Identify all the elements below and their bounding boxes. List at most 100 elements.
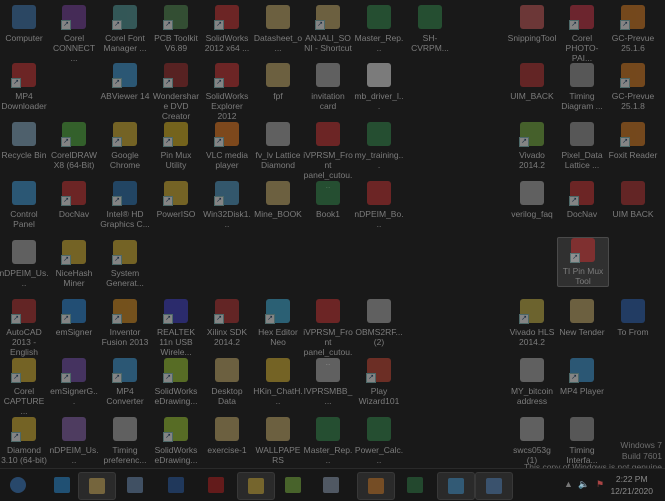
desktop-icon[interactable]: ↗ NiceHash Miner	[49, 240, 99, 288]
desktop-icon[interactable]: IVPRSMBB_...	[303, 358, 353, 406]
desktop-icon[interactable]: UIM_BACK	[507, 63, 557, 101]
show-hidden-icons-arrow[interactable]: ▲	[564, 479, 573, 489]
system-clock[interactable]: 2:22 PM 12/21/2020	[610, 473, 653, 497]
desktop-icon[interactable]: ↗ Corel CONNECT ...	[49, 5, 99, 63]
desktop-icon[interactable]: ↗ Corel PHOTO-PAI...	[557, 5, 607, 63]
desktop-icon[interactable]: fv_lv Lattice Diamond	[253, 122, 303, 170]
taskbar-remote-desktop[interactable]	[437, 472, 475, 500]
desktop-icon[interactable]: ↗ Wondershare DVD Creator	[151, 63, 201, 121]
desktop-icon[interactable]: ↗ DocNav	[557, 181, 607, 219]
desktop-icon[interactable]: ↗ AutoCAD 2013 - English	[0, 299, 49, 357]
desktop-icon[interactable]: Desktop Data	[202, 358, 252, 406]
desktop-icon[interactable]: ↗ SolidWorks eDrawing...	[151, 417, 201, 465]
clock-time: 2:22 PM	[615, 474, 648, 484]
desktop-icon[interactable]: my_training...	[354, 122, 404, 170]
desktop-icon[interactable]: iVPRSM_Front panel_cutou...	[303, 122, 353, 190]
desktop-icon[interactable]: Book1	[303, 181, 353, 219]
app-icon: ↗	[163, 122, 188, 147]
volume-icon[interactable]: 🔈	[578, 479, 589, 490]
desktop-icon[interactable]: OBMS2RF... (2)	[354, 299, 404, 347]
desktop-icon[interactable]: Recycle Bin	[0, 122, 49, 160]
desktop-icon[interactable]: UIM BACK	[608, 181, 658, 219]
desktop-icon[interactable]: MY_bitcoin address	[507, 358, 557, 406]
desktop-icon[interactable]: ↗ PowerISO	[151, 181, 201, 219]
desktop-icon[interactable]: New Tender	[557, 299, 607, 337]
desktop-icon[interactable]: ↗ DocNav	[49, 181, 99, 219]
app-icon: ↗	[112, 63, 137, 88]
taskbar-paint[interactable]	[313, 472, 349, 498]
desktop-icon[interactable]: Pixel_Data Lattice ...	[557, 122, 607, 170]
desktop-icon[interactable]: ↗ Corel CAPTURE ...	[0, 358, 49, 416]
taskbar-notepad[interactable]	[117, 472, 153, 498]
taskbar-microsoft-word[interactable]	[158, 472, 194, 498]
desktop-icon[interactable]: nDPEIM_Us...	[0, 240, 49, 288]
desktop-icon[interactable]: ↗ Vivado 2014.2	[507, 122, 557, 170]
desktop-icon[interactable]: Master_Rep...	[303, 417, 353, 465]
desktop-icon[interactable]: ↗ PCB Toolkit V6.89	[151, 5, 201, 53]
desktop-icon[interactable]: ↗ System Generat...	[100, 240, 150, 288]
desktop-icon[interactable]: ↗ REALTEK 11n USB Wirele...	[151, 299, 201, 357]
desktop-icon[interactable]: Master_Rep...	[354, 5, 404, 53]
desktop-icon[interactable]: ↗ emSigner	[49, 299, 99, 337]
desktop-icon[interactable]: ↗ MP4 Downloader	[0, 63, 49, 111]
desktop-icon[interactable]: ↗ Xilinx SDK 2014.2	[202, 299, 252, 347]
desktop-icon[interactable]: ↗ MP4 Player	[557, 358, 607, 396]
desktop-icon[interactable]: ↗ Corel Font Manager ...	[100, 5, 150, 53]
taskbar-google-chrome[interactable]	[237, 472, 275, 500]
desktop-icon[interactable]: SnippingTool	[507, 5, 557, 43]
desktop-icon[interactable]: ↗ Inventor Fusion 2013	[100, 299, 150, 347]
desktop-icon[interactable]: ↗ MP4 Converter	[100, 358, 150, 406]
start-button-icon	[10, 477, 26, 493]
desktop-icon[interactable]: SH-CVRPM...	[405, 5, 455, 53]
desktop-icon[interactable]: HKin_ChatH...	[253, 358, 303, 406]
desktop-icon[interactable]: Computer	[0, 5, 49, 43]
desktop-icon[interactable]: ↗ SolidWorks eDrawing...	[151, 358, 201, 406]
taskbar-windows-explorer[interactable]	[78, 472, 116, 500]
desktop-icon[interactable]: ↗ GC-Prevue 25.1.8	[608, 63, 658, 111]
desktop-icon[interactable]: ↗ ABViewer 14	[100, 63, 150, 101]
desktop-icon[interactable]: ↗ CorelDRAW X8 (64-Bit)	[49, 122, 99, 170]
desktop-icon[interactable]: ↗ Win32Disk1...	[202, 181, 252, 229]
desktop-icon[interactable]: ↗ SolidWorks Explorer 2012	[202, 63, 252, 121]
app-icon	[316, 417, 340, 441]
desktop-icon[interactable]: ↗ emSignerG...	[49, 358, 99, 406]
desktop-icon[interactable]: verilog_faq	[507, 181, 557, 219]
desktop-icon[interactable]: invitation card	[303, 63, 353, 111]
desktop-icon[interactable]: Power_Calc...	[354, 417, 404, 465]
desktop-icon[interactable]: ↗ Play Wizard101	[354, 358, 404, 406]
taskbar-notepad-plus-plus[interactable]	[275, 472, 311, 498]
taskbar-foxit-reader[interactable]	[357, 472, 395, 500]
desktop-icon[interactable]: Timing Diagram ...	[557, 63, 607, 111]
desktop-icon[interactable]: ↗ Intel® HD Graphics C...	[100, 181, 150, 229]
taskbar-internet-explorer[interactable]	[44, 472, 80, 498]
taskbar-photo-viewer[interactable]	[475, 472, 513, 500]
desktop-icon[interactable]: iVPRSM_Front panel_cutou...	[303, 299, 353, 367]
shortcut-arrow-icon: ↗	[112, 20, 122, 30]
desktop-icon[interactable]: fpf	[253, 63, 303, 101]
desktop-icon[interactable]: Mine_BOOK	[253, 181, 303, 219]
desktop-icon[interactable]: ↗ Google Chrome	[100, 122, 150, 170]
action-center-flag-icon[interactable]: ⚑	[596, 479, 604, 490]
taskbar-adobe-reader[interactable]	[198, 472, 234, 498]
desktop-icon[interactable]: mb_driver_l...	[354, 63, 404, 111]
desktop-icon[interactable]: Datasheet_o...	[253, 5, 303, 53]
desktop-icon[interactable]: ↗ Hex Editor Neo	[253, 299, 303, 347]
desktop-icon[interactable]: To From	[608, 299, 658, 337]
desktop-icon[interactable]: WALLPAPERS	[253, 417, 303, 465]
desktop-icon[interactable]: ↗ Diamond 3.10 (64-bit)	[0, 417, 49, 465]
desktop-icon[interactable]: ↗ GC-Prevue 25.1.6	[608, 5, 658, 53]
desktop-icon[interactable]: ↗ ANJALI_SONI - Shortcut	[303, 5, 353, 53]
desktop-icon[interactable]: Control Panel	[0, 181, 49, 229]
desktop-icon[interactable]: ↗ Pin Mux Utility	[151, 122, 201, 170]
taskbar-microsoft-excel[interactable]	[397, 472, 433, 498]
desktop-icon[interactable]: ↗ SolidWorks 2012 x64 ...	[202, 5, 252, 53]
desktop-icon[interactable]: ↗ Foxit Reader	[608, 122, 658, 160]
desktop-icon[interactable]: Timing preferenc...	[100, 417, 150, 465]
desktop-icon[interactable]: ↗ Vivado HLS 2014.2	[507, 299, 557, 347]
desktop-icon[interactable]: nDPEIM_Bo...	[354, 181, 404, 229]
desktop-icon[interactable]: exercise-1	[202, 417, 252, 455]
desktop-icon[interactable]: nDPEIM_Us...	[49, 417, 99, 465]
taskbar-start-button[interactable]	[0, 472, 36, 498]
desktop-icon[interactable]: ↗ VLC media player	[202, 122, 252, 170]
desktop-icon[interactable]: ↗ TI Pin Mux Tool	[557, 237, 609, 287]
